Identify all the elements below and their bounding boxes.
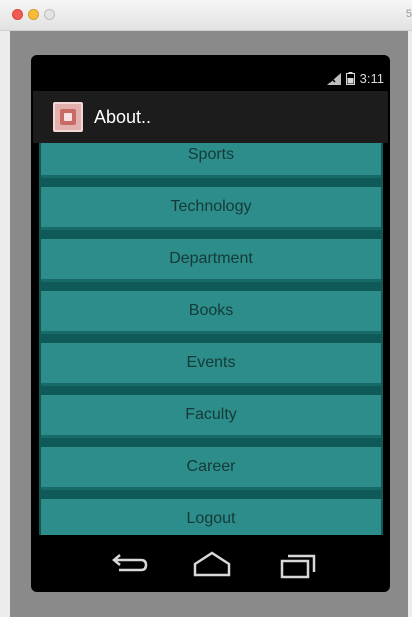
status-icons: 3:11 (326, 71, 384, 86)
action-bar-title: About.. (94, 107, 152, 127)
window-titlebar: 5 (0, 0, 412, 31)
menu-item-faculty[interactable]: Faculty (41, 395, 381, 438)
menu-item-label: Faculty (185, 406, 237, 423)
action-bar: About.. (33, 91, 388, 143)
menu-item-career[interactable]: Career (41, 447, 381, 490)
menu-item-label: Technology (170, 198, 252, 215)
home-icon (187, 547, 237, 583)
menu-item-logout[interactable]: Logout (41, 499, 381, 535)
menu-item-books[interactable]: Books (41, 291, 381, 334)
menu-item-events[interactable]: Events (41, 343, 381, 386)
close-window-button[interactable] (12, 9, 23, 20)
menu-item-label: Sports (187, 146, 235, 163)
menu-item-label: Department (169, 250, 253, 267)
back-icon (103, 547, 153, 583)
menu-item-label: Books (188, 302, 234, 319)
menu-item-technology[interactable]: Technology (41, 187, 381, 230)
status-bar: 3:11 (31, 63, 390, 89)
home-button[interactable] (187, 547, 237, 583)
battery-icon (345, 72, 355, 85)
status-time: 3:11 (359, 71, 384, 86)
navigation-bar (31, 537, 390, 592)
menu-item-department[interactable]: Department (41, 239, 381, 282)
window-title: 5 (405, 8, 412, 20)
back-button[interactable] (103, 547, 153, 583)
menu-list: Sports Technology Department Books Event… (39, 143, 383, 535)
signal-icon (326, 72, 341, 85)
minimize-window-button[interactable] (28, 9, 39, 20)
recents-button[interactable] (273, 547, 323, 583)
menu-item-label: Logout (186, 510, 236, 527)
menu-item-label: Career (186, 458, 236, 475)
recents-icon (273, 547, 323, 583)
android-device-screen: 3:11 About.. Sports Technology Departmen… (31, 55, 390, 592)
app-logo-icon[interactable] (53, 102, 83, 132)
menu-item-sports[interactable]: Sports (41, 143, 381, 178)
zoom-window-button[interactable] (44, 9, 55, 20)
menu-item-label: Events (186, 354, 236, 371)
